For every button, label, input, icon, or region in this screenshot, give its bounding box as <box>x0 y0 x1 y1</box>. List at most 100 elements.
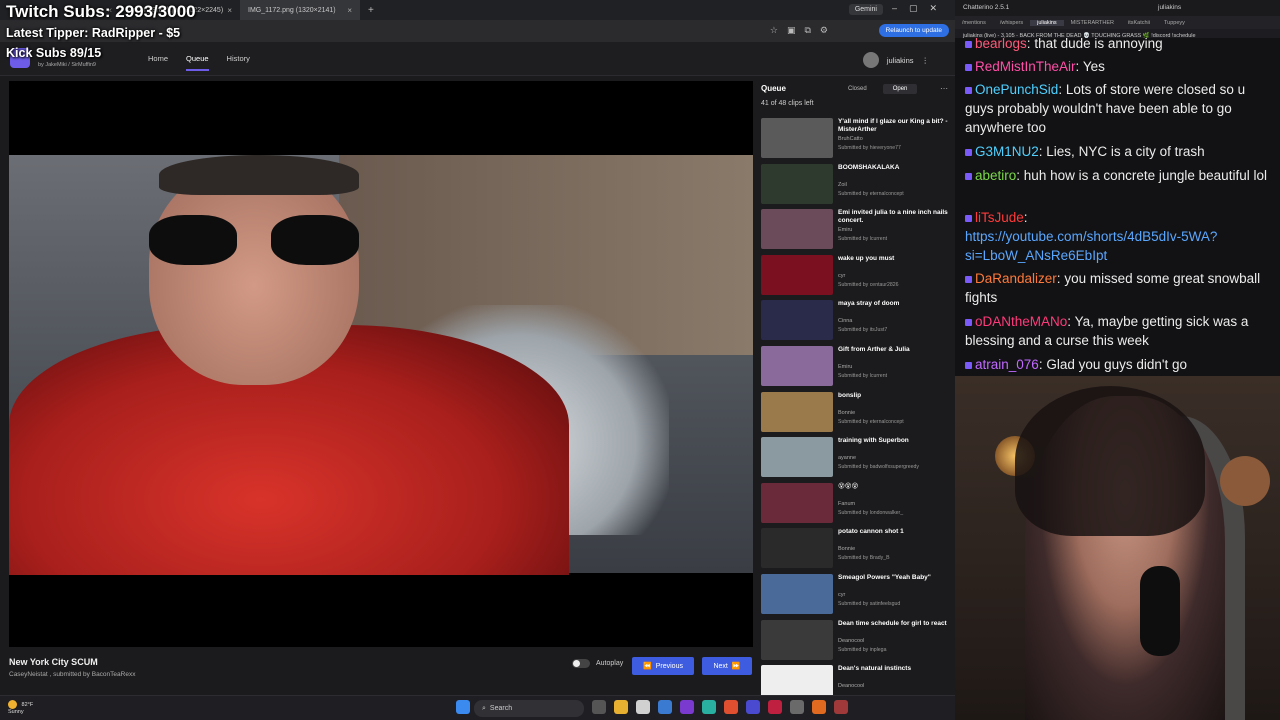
clip-submitter: Submitted by lcurrent <box>838 373 888 379</box>
clip-thumbnail[interactable] <box>761 391 833 432</box>
weather-widget[interactable]: 82°F Sunny <box>8 700 33 716</box>
more-icon[interactable]: ⋯ <box>940 84 948 93</box>
badge-icon <box>965 148 972 156</box>
clip-thumbnail[interactable] <box>761 118 833 158</box>
app-icon[interactable] <box>768 700 782 714</box>
clip-thumbnail[interactable] <box>761 619 833 660</box>
clip-title: Y'all mind if I glaze our King a bit? - … <box>838 118 948 133</box>
webcam-feed <box>955 376 1280 720</box>
task-view-icon[interactable] <box>592 700 606 714</box>
queue-clip[interactable]: BOOMSHAKALAKA Zoil Submitted by eternalcon… <box>761 163 951 208</box>
chat-tab-whispers[interactable]: /whispers <box>993 20 1030 26</box>
queue-clip[interactable]: Dean time schedule for girl to react Dean… <box>761 619 951 664</box>
chat-username[interactable]: atrain_076 <box>975 357 1039 372</box>
chat-username[interactable]: RedMistInTheAir <box>975 59 1076 74</box>
more-icon[interactable]: ⋮ <box>922 56 930 65</box>
clip-title: training with Superbon <box>838 437 909 445</box>
new-tab-icon[interactable]: + <box>360 5 382 16</box>
next-button[interactable]: Next ⏩ <box>702 657 752 675</box>
chat-message: abetiro: huh how is a concrete jungle be… <box>965 166 1270 185</box>
chat-tab-tuppeyy[interactable]: Tuppeyy <box>1157 20 1192 26</box>
queue-clip[interactable]: Y'all mind if I glaze our King a bit? - … <box>761 118 951 162</box>
clip-title: 😵😵😵 <box>838 482 859 490</box>
chat-username[interactable]: liTsJude <box>975 210 1024 225</box>
tab-label: IMG_1172.png (1320×2141) <box>248 6 336 14</box>
clip-submitter: Submitted by lcurrent <box>838 236 888 243</box>
window-controls[interactable]: –▢✕ <box>892 3 949 14</box>
screen: × Prison_Break.jpg (1622×2245) × IMG_1172… <box>0 0 1280 720</box>
gemini-button[interactable]: Gemini <box>848 4 883 15</box>
forward-icon: ⏩ <box>731 663 741 670</box>
browser-tab-3[interactable]: IMG_1172.png (1320×2141) × <box>240 0 360 20</box>
taskbar-search[interactable]: ⌕ Search <box>474 700 584 717</box>
queue-clip[interactable]: Smeagol Powers "Yeah Baby" cyr Submitted b… <box>761 574 951 618</box>
file-explorer-icon[interactable] <box>614 700 628 714</box>
relaunch-button[interactable]: Relaunch to update <box>878 24 949 37</box>
chat-messages[interactable]: bearlogs: that dude is annoying RedMistIn… <box>955 38 1280 376</box>
chat-username[interactable]: oDANtheMANo <box>975 314 1067 329</box>
clip-author: BruhCatto <box>838 136 863 142</box>
user-menu[interactable]: juliakins ⋮ <box>862 52 930 68</box>
chat-username[interactable]: G3M1NU2 <box>975 144 1039 159</box>
chat-tab-juliakins[interactable]: juliakins <box>1030 19 1064 26</box>
previous-button[interactable]: ⏪ Previous <box>632 657 694 675</box>
chat-message: OnePunchSid: Lots of store were closed s… <box>965 80 1270 137</box>
toolbar-icons[interactable]: ☆▣⧉⚙ <box>770 25 837 36</box>
chat-tab-misterarther[interactable]: MISTERARTHER <box>1064 20 1121 26</box>
clip-submitter: Submitted by inplega <box>838 646 887 653</box>
queue-clip[interactable]: wake up you must cyr Submitted by centaur2… <box>761 254 951 299</box>
close-icon[interactable]: × <box>347 6 352 15</box>
chat-text: Glad you guys didn't go <box>1046 357 1187 372</box>
clip-thumbnail[interactable] <box>761 574 833 614</box>
app-icon[interactable] <box>680 700 694 714</box>
video-player[interactable] <box>9 81 753 647</box>
chat-tab-itskatchii[interactable]: itsKatchii <box>1121 20 1157 26</box>
edge-icon[interactable] <box>702 700 716 714</box>
queue-clip[interactable]: Gift from Arther & Julia Emiru Submitted b… <box>761 346 951 390</box>
queue-clip[interactable]: training with Superbon ayanne Submitted by… <box>761 437 951 481</box>
chat-username[interactable]: bearlogs <box>975 38 1027 51</box>
clip-thumbnail[interactable] <box>761 346 833 386</box>
clip-thumbnail[interactable] <box>761 300 833 341</box>
clip-thumbnail[interactable] <box>761 482 833 523</box>
chat-message: DaRandalizer: you missed some great snow… <box>965 269 1270 307</box>
taskbar-start <box>456 700 470 714</box>
clip-thumbnail[interactable] <box>761 254 833 295</box>
firefox-icon[interactable] <box>812 700 826 714</box>
chrome-icon[interactable] <box>724 700 738 714</box>
app-icon[interactable] <box>636 700 650 714</box>
chat-username[interactable]: DaRandalizer <box>975 271 1057 286</box>
queue-clip[interactable]: potato cannon shot 1 Bonnie Submitted by B… <box>761 528 951 572</box>
windows-start-icon[interactable] <box>456 700 470 714</box>
chat-username[interactable]: OnePunchSid <box>975 82 1058 97</box>
clip-thumbnail[interactable] <box>761 209 833 250</box>
queue-closed-button[interactable]: Closed <box>838 84 877 94</box>
nav-home[interactable]: Home <box>148 54 168 71</box>
nav-queue[interactable]: Queue <box>186 54 209 71</box>
queue-clip[interactable]: Emi invited julia to a nine inch nails c… <box>761 209 951 253</box>
app-icon[interactable] <box>834 700 848 714</box>
rewind-icon: ⏪ <box>643 663 652 670</box>
app-icon[interactable] <box>658 700 672 714</box>
autoplay-toggle[interactable] <box>572 659 590 668</box>
autoplay-control[interactable]: Autoplay <box>572 659 623 668</box>
chat-tab-mentions[interactable]: /mentions <box>955 20 993 26</box>
close-icon[interactable]: × <box>227 6 232 15</box>
queue-clip[interactable]: 😵😵😵 Fanum Submitted by londonwalker_ <box>761 482 951 527</box>
badge-icon <box>965 172 972 180</box>
queue-open-button[interactable]: Open <box>882 84 918 94</box>
clip-thumbnail[interactable] <box>761 163 833 204</box>
avatar[interactable] <box>862 52 879 68</box>
clip-thumbnail[interactable] <box>761 437 833 478</box>
clip-thumbnail[interactable] <box>761 528 833 569</box>
app-icon[interactable] <box>746 700 760 714</box>
nav-history[interactable]: History <box>227 54 250 71</box>
chat-link[interactable]: https://youtube.com/shorts/4dB5dIv-5WA?s… <box>965 229 1217 263</box>
queue-clip[interactable]: bonslip Bonnie Submitted by eternalconcept <box>761 391 951 436</box>
clip-author: ayanne <box>838 455 857 462</box>
queue-clip[interactable]: maya stray of doom Cinna Submitted by itsJ… <box>761 300 951 344</box>
badge-icon <box>965 275 972 283</box>
app-icon[interactable] <box>790 700 804 714</box>
badge-icon <box>965 63 972 71</box>
chat-username[interactable]: abetiro <box>975 168 1016 183</box>
